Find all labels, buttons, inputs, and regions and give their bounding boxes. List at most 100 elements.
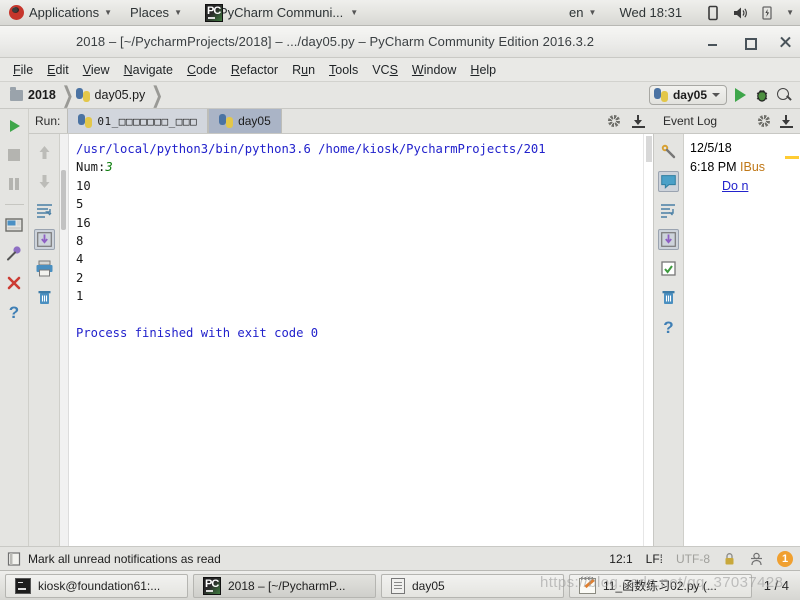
breadcrumb-separator: ❯ bbox=[151, 81, 164, 107]
breadcrumb-project-label: 2018 bbox=[28, 88, 56, 102]
settings-wrench-icon[interactable] bbox=[658, 142, 679, 163]
folder-icon bbox=[10, 86, 23, 101]
breadcrumb-file[interactable]: day05.py bbox=[74, 88, 152, 102]
pin-icon[interactable] bbox=[4, 244, 24, 264]
layout-icon[interactable] bbox=[4, 215, 24, 235]
console-output[interactable]: /usr/local/python3/bin/python3.6 /home/k… bbox=[69, 134, 643, 555]
export-to-file-icon[interactable] bbox=[632, 114, 645, 128]
maximize-button[interactable] bbox=[742, 35, 757, 50]
soft-wrap-icon[interactable] bbox=[34, 200, 55, 221]
trash-icon[interactable] bbox=[658, 287, 679, 308]
workspace-page-indicator[interactable]: 1 / 4 bbox=[764, 578, 795, 593]
taskbar: kiosk@foundation61:... PC 2018 – [~/Pych… bbox=[0, 570, 800, 600]
run-tab-01[interactable]: 01_□□□□□□□_□□□ bbox=[67, 109, 209, 133]
event-log-date: 12/5/18 bbox=[690, 141, 732, 155]
help-icon[interactable]: ? bbox=[658, 316, 679, 337]
pause-icon[interactable] bbox=[4, 174, 24, 194]
console-vscroll-thumb[interactable] bbox=[646, 136, 652, 162]
help-icon[interactable]: ? bbox=[4, 302, 24, 322]
event-log-content[interactable]: 12/5/18 6:18 PM IBus Do n bbox=[684, 134, 800, 570]
trash-icon[interactable] bbox=[34, 287, 55, 308]
taskbar-item-pycharm[interactable]: PC 2018 – [~/PycharmP... bbox=[193, 573, 376, 598]
window-body: ? Run: 01_□□□□□□□_□□□ day05 /usr/local/p… bbox=[0, 109, 800, 570]
scroll-to-end-icon[interactable] bbox=[33, 229, 55, 250]
pycharm-icon: PC bbox=[203, 576, 221, 595]
down-arrow-icon[interactable] bbox=[34, 171, 55, 192]
run-tab-day05[interactable]: day05 bbox=[208, 109, 282, 133]
lock-icon[interactable] bbox=[723, 552, 737, 566]
keyboard-layout-menu[interactable]: en ▼ bbox=[560, 0, 605, 26]
messages-icon[interactable] bbox=[658, 171, 679, 192]
search-icon[interactable] bbox=[777, 87, 792, 103]
statusbar-message[interactable]: Mark all unread notifications as read bbox=[28, 552, 221, 566]
minimize-button[interactable] bbox=[706, 35, 720, 49]
chevron-down-icon[interactable]: ▼ bbox=[786, 8, 794, 17]
menu-file[interactable]: File bbox=[6, 61, 40, 79]
close-icon[interactable] bbox=[4, 273, 24, 293]
event-log-header: Event Log bbox=[654, 109, 800, 134]
battery-icon[interactable] bbox=[759, 5, 775, 21]
file-encoding[interactable]: UTF-8 bbox=[676, 552, 710, 566]
console-prompt-label: Num: bbox=[76, 160, 106, 175]
breadcrumb-project[interactable]: 2018 bbox=[8, 86, 62, 102]
run-icon[interactable] bbox=[735, 88, 746, 102]
settings-gear-icon[interactable] bbox=[757, 114, 771, 128]
event-log-main: ? 12/5/18 6:18 PM IBus Do n bbox=[654, 134, 800, 570]
menu-refactor[interactable]: Refactor bbox=[224, 61, 285, 79]
volume-icon[interactable] bbox=[732, 5, 748, 21]
console-vertical-scrollbar[interactable] bbox=[643, 134, 653, 555]
export-to-file-icon[interactable] bbox=[780, 114, 793, 128]
menu-run[interactable]: Run bbox=[285, 61, 322, 79]
system-tray[interactable]: ▼ bbox=[696, 0, 800, 26]
menu-navigate[interactable]: Navigate bbox=[117, 61, 180, 79]
breadcrumb-file-label: day05.py bbox=[94, 88, 146, 102]
menu-view[interactable]: View bbox=[76, 61, 117, 79]
places-menu[interactable]: Places ▼ bbox=[121, 0, 191, 26]
display-icon[interactable] bbox=[705, 5, 721, 21]
settings-gear-icon[interactable] bbox=[607, 114, 621, 128]
window-titlebar: 2018 – [~/PycharmProjects/2018] – .../da… bbox=[0, 26, 800, 58]
menu-code[interactable]: Code bbox=[180, 61, 224, 79]
menu-window[interactable]: Window bbox=[405, 61, 463, 79]
caret-position[interactable]: 12:1 bbox=[609, 552, 632, 566]
notifications-icon[interactable] bbox=[7, 551, 21, 566]
event-log-link[interactable]: Do n bbox=[722, 179, 748, 193]
menu-vcs[interactable]: VCS bbox=[365, 61, 405, 79]
close-button[interactable] bbox=[778, 35, 792, 49]
console-output-2: 16 bbox=[76, 215, 91, 230]
chevron-down-icon: ▼ bbox=[104, 7, 113, 17]
taskbar-item-notepad[interactable]: 11_函数练习02.py (... bbox=[569, 573, 752, 598]
inspector-icon[interactable] bbox=[750, 552, 764, 566]
expand-icon[interactable] bbox=[658, 200, 679, 221]
print-icon[interactable] bbox=[34, 258, 55, 279]
console-gutter bbox=[60, 134, 69, 555]
menu-help[interactable]: Help bbox=[463, 61, 503, 79]
notification-badge[interactable]: 1 bbox=[777, 550, 793, 567]
line-separator[interactable]: LF⁞ bbox=[646, 552, 663, 566]
console-output-0: 10 bbox=[76, 178, 91, 193]
rerun-icon[interactable] bbox=[4, 116, 24, 136]
menu-tools[interactable]: Tools bbox=[322, 61, 365, 79]
mark-read-icon[interactable] bbox=[658, 258, 679, 279]
menu-edit[interactable]: Edit bbox=[40, 61, 76, 79]
run-configuration-selector[interactable]: day05 bbox=[648, 85, 727, 105]
applications-menu[interactable]: Applications ▼ bbox=[0, 0, 121, 26]
run-main: /usr/local/python3/bin/python3.6 /home/k… bbox=[29, 134, 654, 570]
taskbar-item-terminal[interactable]: kiosk@foundation61:... bbox=[5, 573, 188, 598]
console-prompt-value: 3 bbox=[105, 160, 113, 175]
stop-icon[interactable] bbox=[4, 145, 24, 165]
scroll-to-end-icon[interactable] bbox=[658, 229, 679, 250]
gutter-thumb[interactable] bbox=[61, 170, 66, 230]
clock-label: Wed 18:31 bbox=[619, 5, 683, 20]
keyboard-layout-label: en bbox=[569, 5, 584, 20]
places-label: Places bbox=[130, 5, 170, 20]
run-label: Run: bbox=[35, 114, 61, 128]
console-panel: /usr/local/python3/bin/python3.6 /home/k… bbox=[60, 134, 654, 570]
debug-icon[interactable] bbox=[754, 88, 769, 102]
statusbar: Mark all unread notifications as read 12… bbox=[0, 546, 800, 570]
active-window-menu[interactable]: PC PyCharm Communi... ▼ bbox=[191, 0, 367, 26]
clock[interactable]: Wed 18:31 bbox=[605, 0, 696, 26]
up-arrow-icon[interactable] bbox=[34, 142, 55, 163]
taskbar-item-day05[interactable]: day05 bbox=[381, 573, 564, 598]
event-log-link-row: Do n bbox=[690, 177, 800, 196]
